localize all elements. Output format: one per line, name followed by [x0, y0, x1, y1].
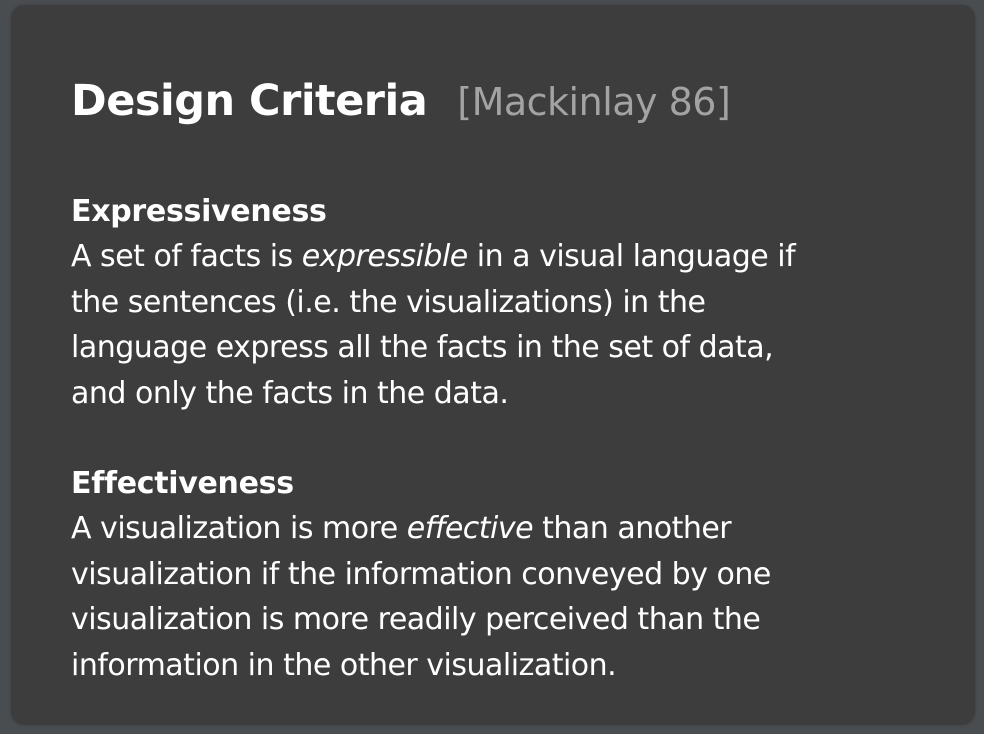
section-heading: Effectiveness — [71, 466, 294, 501]
body-text: in a visual language if — [467, 239, 796, 274]
body-line: and only the facts in the data. — [71, 375, 509, 411]
emphasized-term: expressible — [301, 239, 468, 274]
body-line: visualization if the information conveye… — [71, 556, 771, 592]
section-body: A visualization is more effective than a… — [71, 506, 951, 688]
title-row: Design Criteria [Mackinlay 86] — [71, 76, 731, 126]
body-line: language express all the facts in the se… — [71, 330, 774, 365]
body-text: than another — [533, 511, 732, 546]
slide: Design Criteria [Mackinlay 86] Expressiv… — [12, 6, 974, 724]
section-body: A set of facts is expressible in a visua… — [71, 234, 951, 416]
body-line: information in the other visualization. — [71, 647, 617, 683]
body-line: A visualization is more effective than a… — [71, 506, 951, 552]
citation: [Mackinlay 86] — [457, 80, 731, 124]
section-expressiveness: Expressiveness A set of facts is express… — [71, 190, 951, 416]
body-text: A visualization is more — [71, 511, 407, 546]
body-line: visualization is more readily perceived … — [71, 602, 761, 637]
body-line: A set of facts is expressible in a visua… — [71, 234, 951, 280]
slide-title: Design Criteria — [71, 76, 428, 126]
body-text: A set of facts is — [71, 239, 302, 274]
section-heading: Expressiveness — [71, 194, 327, 229]
body-line: the sentences (i.e. the visualizations) … — [71, 284, 706, 320]
section-effectiveness: Effectiveness A visualization is more ef… — [71, 462, 951, 688]
emphasized-term: effective — [406, 511, 534, 546]
